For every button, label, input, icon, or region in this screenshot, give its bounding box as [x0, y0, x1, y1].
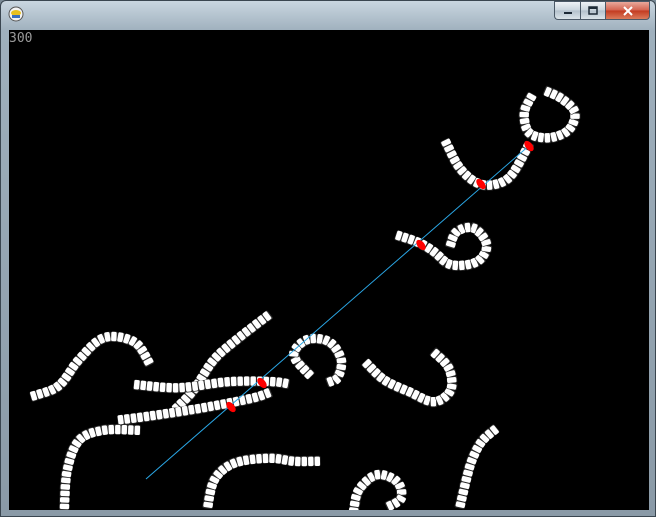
centipedes — [29, 85, 581, 510]
score-display: 300 — [9, 31, 33, 46]
laser-beam — [145, 143, 532, 480]
centipede-segment — [59, 496, 70, 504]
maximize-button[interactable] — [580, 1, 606, 20]
close-icon — [622, 5, 633, 16]
centipede-segment — [313, 455, 321, 467]
centipede-bottom-coil — [348, 469, 407, 510]
maximize-icon — [588, 5, 598, 15]
centipede-segment — [165, 382, 174, 394]
centipede-right-hook — [361, 347, 458, 408]
centipede-segment — [306, 455, 315, 467]
centipede-center-coil — [288, 333, 347, 388]
window-controls — [554, 1, 650, 21]
minimize-icon — [563, 11, 572, 14]
centipede-segment — [58, 502, 70, 510]
game-window: 300 — [0, 0, 656, 517]
centipede-left-wave — [29, 331, 155, 402]
centipede-segment — [126, 424, 135, 435]
centipede-top-right-loop — [518, 85, 581, 144]
centipede-segment — [267, 452, 276, 464]
centipede-segment — [172, 382, 180, 394]
centipede-segment — [236, 376, 245, 387]
centipede-segment — [133, 424, 141, 436]
centipede-segment — [243, 376, 251, 387]
centipede-segment — [120, 424, 128, 435]
centipede-top-right — [440, 138, 535, 191]
game-scene — [29, 85, 581, 510]
centipede-segment — [59, 489, 70, 498]
title-bar[interactable] — [1, 1, 655, 28]
game-canvas[interactable]: 300 — [9, 30, 649, 510]
app-icon — [8, 6, 24, 22]
centipede-segment — [230, 376, 238, 387]
minimize-button[interactable] — [554, 1, 580, 20]
centipede-mid-loop — [394, 221, 493, 271]
centipede-segment — [113, 424, 122, 435]
centipede-segment — [159, 382, 167, 393]
close-button[interactable] — [606, 1, 650, 20]
centipede-segment — [300, 455, 308, 467]
centipede-bottom-center — [202, 452, 321, 510]
centipede-segment — [202, 501, 214, 510]
centipede-segment — [59, 483, 71, 492]
centipede-bottom-right — [454, 424, 500, 510]
centipede-left-down — [58, 424, 141, 510]
